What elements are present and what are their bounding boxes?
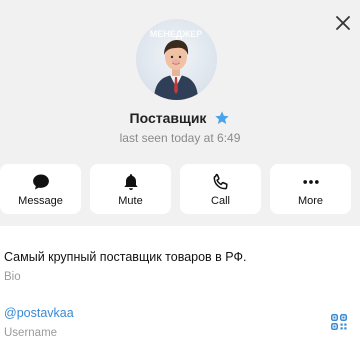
qr-code-icon[interactable] [331, 314, 347, 330]
action-bar: Message Mute Call More [0, 164, 360, 214]
bell-icon [123, 174, 138, 190]
message-icon [32, 174, 49, 190]
username-link[interactable]: @postavkaa [4, 306, 74, 320]
bio-text: Самый крупный поставщик товаров в РФ. [4, 250, 247, 264]
profile-header: МЕНЕДЖЕР Поставщик last seen today at 6:… [0, 0, 360, 159]
avatar-image: МЕНЕДЖЕР [150, 29, 203, 100]
profile-name: Поставщик [129, 110, 207, 126]
last-seen-status: last seen today at 6:49 [119, 131, 241, 145]
message-button[interactable]: Message [0, 164, 81, 214]
more-button[interactable]: More [270, 164, 351, 214]
more-label: More [297, 195, 324, 207]
premium-star-icon[interactable] [214, 110, 230, 126]
avatar[interactable]: МЕНЕДЖЕР [136, 19, 217, 100]
message-label: Message [18, 195, 63, 207]
close-icon[interactable] [332, 12, 354, 34]
mute-label: Mute [118, 195, 143, 207]
more-dots-icon [302, 180, 319, 184]
call-label: Call [211, 195, 230, 207]
username-label: Username [4, 327, 58, 339]
info-panel: Самый крупный поставщик товаров в РФ. Bi… [0, 226, 360, 342]
call-button[interactable]: Call [180, 164, 261, 214]
mute-button[interactable]: Mute [90, 164, 171, 214]
phone-icon [213, 173, 228, 190]
bio-label: Bio [4, 271, 21, 283]
avatar-watermark: МЕНЕДЖЕР [150, 29, 203, 39]
name-row: Поставщик [0, 108, 360, 128]
